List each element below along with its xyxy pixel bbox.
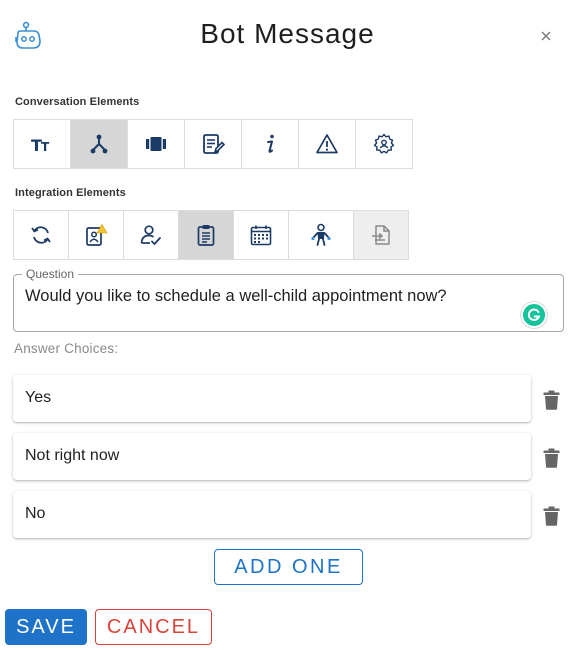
trash-icon[interactable]: [543, 506, 560, 526]
integration-elements-label: Integration Elements: [15, 187, 126, 199]
clipboard-icon: [197, 225, 215, 246]
answer-choice-text[interactable]: Yes: [25, 389, 51, 407]
question-field[interactable]: Question Would you like to schedule a we…: [13, 267, 564, 332]
branch-icon: [90, 134, 108, 154]
dialog-title: Bot Message: [200, 18, 375, 49]
carousel-button[interactable]: [128, 120, 185, 168]
trash-icon[interactable]: [543, 448, 560, 468]
settings-button[interactable]: [356, 120, 413, 168]
calendar-button[interactable]: [234, 211, 289, 259]
answer-choices-label: Answer Choices:: [14, 341, 119, 356]
conversation-elements-label: Conversation Elements: [15, 96, 140, 108]
grammarly-g-icon: [527, 308, 541, 321]
question-label: Question: [22, 267, 79, 281]
edit-form-icon: [203, 134, 225, 154]
child-figure-button[interactable]: [289, 211, 354, 259]
cancel-button[interactable]: CANCEL: [95, 609, 212, 645]
edit-form-button[interactable]: [185, 120, 242, 168]
child-figure-icon: [311, 223, 331, 246]
warning-icon: [316, 134, 338, 154]
info-icon: [267, 134, 274, 153]
sync-button[interactable]: [14, 211, 69, 259]
grammarly-icon[interactable]: [521, 302, 547, 328]
branch-button[interactable]: [71, 120, 128, 168]
patient-alert-button[interactable]: [69, 211, 124, 259]
patient-alert-icon: [86, 223, 108, 246]
answer-choice[interactable]: No: [13, 491, 531, 538]
question-input[interactable]: Would you like to schedule a well-child …: [25, 287, 447, 306]
settings-gear-icon: [373, 133, 395, 154]
integration-elements-toolbar: [13, 210, 409, 260]
document-transfer-button[interactable]: [354, 211, 409, 259]
text-size-icon: T T: [31, 136, 50, 155]
carousel-icon: [146, 137, 166, 151]
dialog-header: Bot Message: [0, 0, 575, 72]
user-check-icon: [140, 225, 161, 245]
calendar-icon: [250, 225, 272, 246]
sync-icon: [31, 226, 51, 244]
save-button[interactable]: SAVE: [5, 609, 87, 645]
close-icon[interactable]: [536, 26, 556, 46]
svg-text:T: T: [41, 140, 50, 154]
conversation-elements-toolbar: T T: [13, 119, 413, 169]
info-button[interactable]: [242, 120, 299, 168]
clipboard-button[interactable]: [179, 211, 234, 259]
trash-icon[interactable]: [543, 390, 560, 410]
answer-choice-text[interactable]: No: [25, 505, 45, 523]
warning-button[interactable]: [299, 120, 356, 168]
answer-choice-text[interactable]: Not right now: [25, 447, 119, 465]
text-size-button[interactable]: T T: [14, 120, 71, 168]
document-transfer-icon: [372, 225, 390, 245]
answer-choice[interactable]: Not right now: [13, 433, 531, 480]
add-one-button[interactable]: ADD ONE: [214, 549, 363, 585]
user-check-button[interactable]: [124, 211, 179, 259]
answer-choice[interactable]: Yes: [13, 375, 531, 422]
